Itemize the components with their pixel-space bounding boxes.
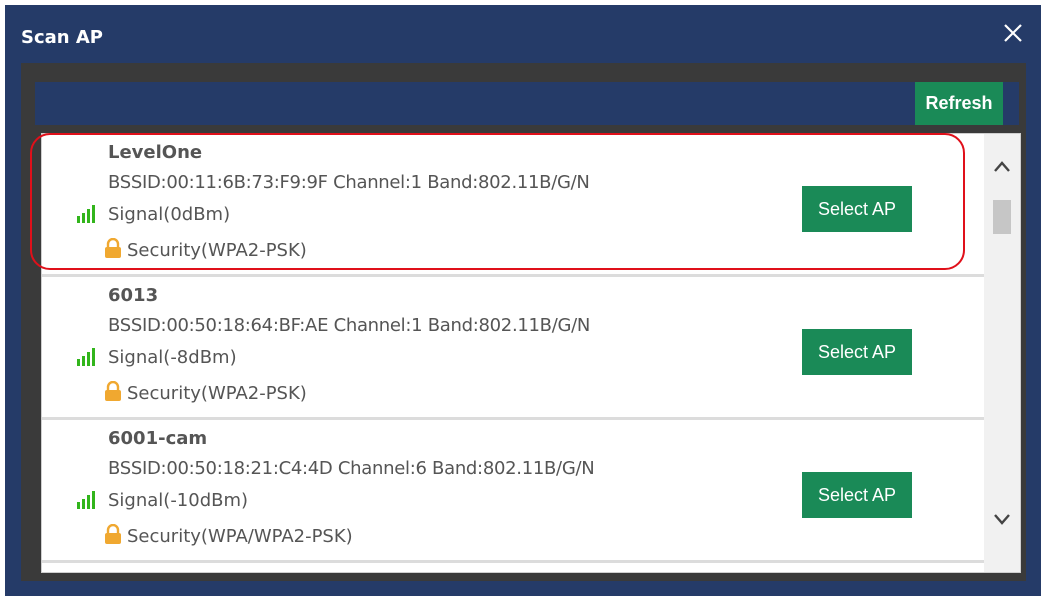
scrollbar-thumb[interactable] — [993, 200, 1011, 234]
refresh-button[interactable]: Refresh — [915, 82, 1003, 125]
ap-detail: BSSID:00:50:18:64:BF:AE Channel:1 Band:8… — [108, 315, 591, 336]
ap-detail: BSSID:00:50:18:21:C4:4D Channel:6 Band:8… — [108, 458, 595, 479]
select-ap-button[interactable]: Select AP — [802, 329, 912, 375]
ap-list-item: 6013 BSSID:00:50:18:64:BF:AE Channel:1 B… — [42, 277, 986, 420]
chevron-up-icon[interactable] — [992, 158, 1012, 174]
scan-ap-dialog: Scan AP Refresh LevelOne BSSID:00:11:6B:… — [5, 5, 1041, 596]
select-ap-button[interactable]: Select AP — [802, 472, 912, 518]
toolbar: Refresh — [35, 82, 1019, 125]
ap-name: 6013 — [108, 285, 159, 306]
dialog-title: Scan AP — [21, 27, 103, 48]
close-icon[interactable] — [999, 19, 1027, 47]
lock-icon — [105, 381, 121, 401]
chevron-down-icon[interactable] — [992, 512, 1012, 528]
ap-security: Security(WPA2-PSK) — [127, 383, 307, 404]
ap-list-item: 6001-cam BSSID:00:50:18:21:C4:4D Channel… — [42, 420, 986, 563]
signal-strength-icon — [77, 491, 95, 509]
ap-signal: Signal(-10dBm) — [108, 490, 249, 511]
ap-security: Security(WPA/WPA2-PSK) — [127, 526, 353, 547]
ap-name: LevelOne — [108, 142, 203, 163]
ap-list: LevelOne BSSID:00:11:6B:73:F9:9F Channel… — [42, 134, 986, 563]
ap-signal: Signal(-8dBm) — [108, 347, 237, 368]
lock-icon — [105, 524, 121, 544]
vertical-scrollbar[interactable] — [984, 134, 1020, 572]
ap-list-item: LevelOne BSSID:00:11:6B:73:F9:9F Channel… — [42, 134, 986, 277]
lock-icon — [105, 238, 121, 258]
ap-name: 6001-cam — [108, 428, 208, 449]
dialog-content-frame: Refresh LevelOne BSSID:00:11:6B:73:F9:9F… — [21, 63, 1026, 581]
dialog-titlebar: Scan AP — [5, 5, 1041, 63]
signal-strength-icon — [77, 348, 95, 366]
select-ap-button[interactable]: Select AP — [802, 186, 912, 232]
ap-list-panel: LevelOne BSSID:00:11:6B:73:F9:9F Channel… — [41, 133, 1021, 573]
signal-strength-icon — [77, 205, 95, 223]
ap-detail: BSSID:00:11:6B:73:F9:9F Channel:1 Band:8… — [108, 172, 590, 193]
ap-security: Security(WPA2-PSK) — [127, 240, 307, 261]
ap-signal: Signal(0dBm) — [108, 204, 231, 225]
